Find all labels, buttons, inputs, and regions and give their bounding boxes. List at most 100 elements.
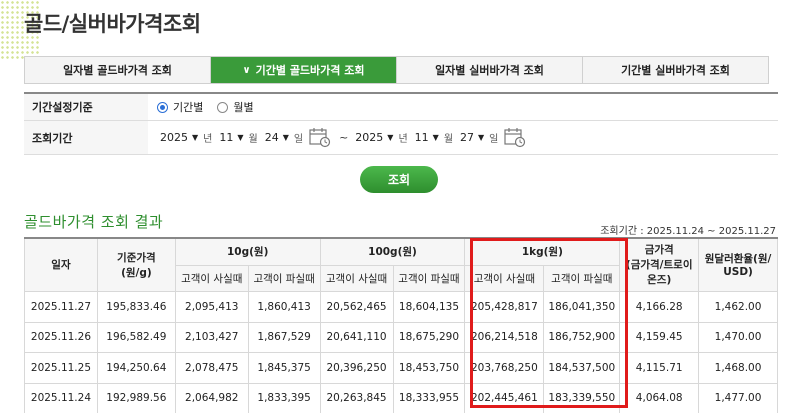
tab-daily-gold[interactable]: 일자별 골드바가격 조회 <box>25 57 211 83</box>
from-month-select[interactable]: 11 ▼ <box>216 129 246 146</box>
header-buy: 고객이 사실때 <box>464 264 545 292</box>
cell-base: 192,989.56 <box>96 382 176 413</box>
cell-1kg-buy: 202,445,461 <box>464 382 545 413</box>
tab-label: 기간별 골드바가격 조회 <box>255 64 365 77</box>
cell-100g-buy: 20,562,465 <box>319 290 394 323</box>
cell-10g-sell: 1,867,529 <box>247 321 321 353</box>
from-year-select[interactable]: 2025 ▼ <box>157 129 201 146</box>
radio-monthly[interactable]: 월별 <box>217 99 254 115</box>
calendar-icon[interactable] <box>309 127 331 148</box>
header-buy: 고객이 사실때 <box>174 264 249 292</box>
to-day-select[interactable]: 27 ▼ <box>457 129 487 146</box>
cell-gold-price: 4,115.71 <box>619 351 700 384</box>
cell-usd-rate: 1,477.00 <box>698 382 778 413</box>
header-sell: 고객이 파실때 <box>247 264 321 292</box>
tab-bar: 일자별 골드바가격 조회 ∨ 기간별 골드바가격 조회 일자별 실버바가격 조회 … <box>24 56 769 84</box>
cell-usd-rate: 1,470.00 <box>698 321 778 353</box>
period-row: 조회기간 2025 ▼ 년 11 ▼ 월 24 ▼ 일 ~ 2025 ▼ 년 11 ▼ 월… <box>24 121 778 155</box>
cell-1kg-sell: 186,752,900 <box>543 321 621 353</box>
cell-1kg-sell: 186,041,350 <box>543 290 621 323</box>
cell-gold-price: 4,159.45 <box>619 321 700 353</box>
select-value: 11 <box>414 131 429 144</box>
cell-1kg-buy: 205,428,817 <box>464 290 545 323</box>
cell-usd-rate: 1,468.00 <box>698 351 778 384</box>
chevron-down-icon: ▼ <box>432 133 439 142</box>
cell-10g-buy: 2,103,427 <box>174 321 249 353</box>
header-1kg: 1kg(원) <box>464 237 621 266</box>
header-sell: 고객이 파실때 <box>392 264 466 292</box>
cell-date: 2025.11.26 <box>24 321 98 353</box>
result-title: 골드바가격 조회 결과 <box>24 213 164 231</box>
unit-month: 월 <box>443 134 454 145</box>
tab-daily-silver[interactable]: 일자별 실버바가격 조회 <box>397 57 583 83</box>
cell-gold-price: 4,064.08 <box>619 382 700 413</box>
unit-day: 일 <box>293 134 304 145</box>
cell-gold-price: 4,166.28 <box>619 290 700 323</box>
cell-10g-buy: 2,078,475 <box>174 351 249 384</box>
radio-label: 월별 <box>233 101 254 114</box>
search-button[interactable]: 조회 <box>360 166 438 193</box>
period-label: 조회기간 <box>24 121 148 154</box>
chevron-down-icon: ▼ <box>237 133 244 142</box>
tab-label: 일자별 실버바가격 조회 <box>435 64 544 77</box>
select-value: 27 <box>460 131 475 144</box>
radio-label: 기간별 <box>173 101 204 114</box>
cell-100g-sell: 18,453,750 <box>392 351 466 384</box>
to-year-select[interactable]: 2025 ▼ <box>352 129 396 146</box>
cell-10g-sell: 1,860,413 <box>247 290 321 323</box>
page-title: 골드/실버바가격조회 <box>24 12 201 36</box>
cell-base: 194,250.64 <box>96 351 176 384</box>
unit-month: 월 <box>248 134 258 145</box>
basis-label: 기간설정기준 <box>24 94 148 120</box>
tab-period-silver[interactable]: 기간별 실버바가격 조회 <box>583 57 768 83</box>
cell-100g-buy: 20,263,845 <box>319 382 394 413</box>
cell-base: 195,833.46 <box>96 290 176 323</box>
cell-1kg-buy: 203,768,250 <box>464 351 545 384</box>
cell-base: 196,582.49 <box>96 321 176 353</box>
from-day-select[interactable]: 24 ▼ <box>262 129 292 146</box>
chevron-down-icon: ∨ <box>242 64 251 76</box>
tab-label: 기간별 실버바가격 조회 <box>621 64 730 77</box>
select-value: 2025 <box>160 131 188 144</box>
select-value: 24 <box>264 131 279 144</box>
header-gold-price: 금가격 (금가격/트로이 온즈) <box>619 237 700 292</box>
unit-day: 일 <box>489 134 499 145</box>
cell-100g-sell: 18,333,955 <box>392 382 466 413</box>
chevron-down-icon: ▼ <box>282 133 289 142</box>
radio-circle <box>157 101 168 113</box>
cell-date: 2025.11.27 <box>24 290 98 323</box>
header-buy: 고객이 사실때 <box>319 264 394 292</box>
cell-100g-buy: 20,396,250 <box>319 351 394 384</box>
select-value: 11 <box>219 131 234 144</box>
chevron-down-icon: ▼ <box>478 133 485 142</box>
chevron-down-icon: ▼ <box>387 133 394 142</box>
header-10g: 10g(원) <box>174 237 321 266</box>
table-row: 2025.11.25 194,250.64 2,078,475 1,845,37… <box>24 351 778 384</box>
cell-100g-buy: 20,641,110 <box>319 321 394 353</box>
tab-period-gold[interactable]: ∨ 기간별 골드바가격 조회 <box>211 57 397 83</box>
cell-1kg-sell: 183,339,550 <box>543 382 621 413</box>
search-form: 기간설정기준 기간별 월별 조회기간 2025 ▼ 년 11 ▼ 월 24 ▼ 일 ~… <box>24 92 778 155</box>
header-date: 일자 <box>24 237 98 292</box>
unit-year: 년 <box>203 134 213 145</box>
cell-date: 2025.11.25 <box>24 351 98 384</box>
result-period: 조회기간 : 2025.11.24 ~ 2025.11.27 <box>600 226 776 237</box>
table-row: 2025.11.24 192,989.56 2,064,982 1,833,39… <box>24 382 778 413</box>
radio-period[interactable]: 기간별 <box>157 99 203 115</box>
cell-usd-rate: 1,462.00 <box>698 290 778 323</box>
cell-10g-buy: 2,064,982 <box>174 382 249 413</box>
cell-100g-sell: 18,675,290 <box>392 321 466 353</box>
header-base-price: 기준가격 (원/g) <box>96 237 176 292</box>
cell-100g-sell: 18,604,135 <box>392 290 466 323</box>
cell-10g-sell: 1,845,375 <box>247 351 321 384</box>
calendar-icon[interactable] <box>504 127 526 148</box>
cell-10g-buy: 2,095,413 <box>174 290 249 323</box>
chevron-down-icon: ▼ <box>192 133 199 142</box>
select-value: 2025 <box>355 131 384 144</box>
to-month-select[interactable]: 11 ▼ <box>412 129 442 146</box>
cell-date: 2025.11.24 <box>24 382 98 413</box>
radio-circle <box>217 101 229 113</box>
header-sell: 고객이 파실때 <box>543 264 621 292</box>
table-row: 2025.11.27 195,833.46 2,095,413 1,860,41… <box>24 290 778 323</box>
cell-1kg-sell: 184,537,500 <box>543 351 621 384</box>
